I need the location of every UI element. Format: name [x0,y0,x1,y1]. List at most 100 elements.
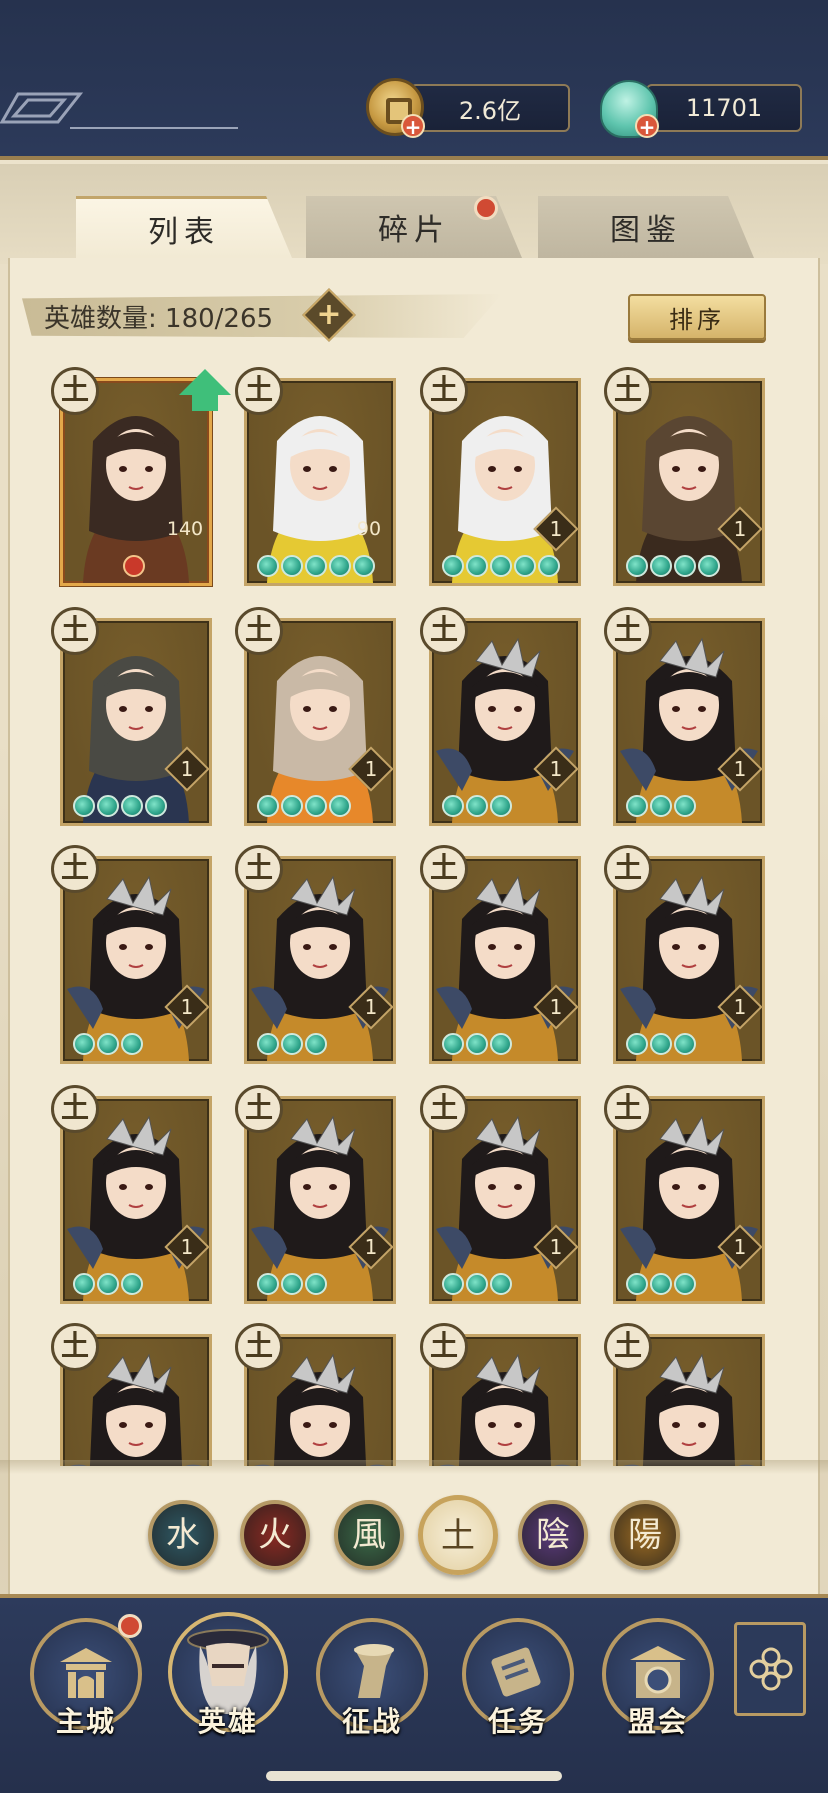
hero-card[interactable]: 土1 [420,607,581,826]
hero-card[interactable]: 土1 [235,1085,396,1304]
shell-counter[interactable]: 11701 [646,84,802,132]
jade-star-icon [490,1273,512,1295]
hero-level: 1 [549,517,563,541]
jade-star-icon [257,795,279,817]
coin-counter[interactable]: 2.6亿 [410,84,570,132]
earth-element-icon: 土 [51,1085,99,1133]
star-rating [442,555,560,577]
earth-element-icon: 土 [420,1323,468,1371]
jade-star-icon [305,1273,327,1295]
notification-dot [474,196,498,220]
filter-wind-element-button[interactable]: 風 [334,1500,404,1570]
earth-element-icon: 土 [604,367,652,415]
more-menu-button[interactable] [734,1622,806,1716]
jade-star-icon [121,1273,143,1295]
tab-codex[interactable]: 图鉴 [538,196,754,258]
star-rating [257,795,351,817]
tab-label: 列表 [148,214,220,250]
jade-star-icon [121,1033,143,1055]
earth-element-icon: 土 [420,845,468,893]
jade-star-icon [466,1033,488,1055]
jade-star-icon [466,555,488,577]
hero-card[interactable]: 土1 [604,1085,765,1304]
jade-star-icon [73,1273,95,1295]
hero-card[interactable]: 土1 [420,1085,581,1304]
jade-star-icon [650,795,672,817]
hero-card[interactable]: 土 [420,1323,581,1466]
home-indicator[interactable] [266,1771,562,1781]
shell-amount: 11701 [685,94,763,122]
earth-element-icon: 土 [420,1085,468,1133]
filter-earth-element-button[interactable]: 土 [418,1495,498,1575]
flower-menu-icon [749,1647,793,1691]
hero-card[interactable]: 土1 [604,367,765,586]
hero-level: 1 [180,757,194,781]
sort-button[interactable]: 排序 [628,294,766,340]
jade-star-icon [145,795,167,817]
hero-card[interactable]: 土 90 [235,367,396,586]
jade-star-icon [281,555,303,577]
hero-card[interactable]: 土1 [604,607,765,826]
jade-star-icon [281,795,303,817]
nav-label: 任务 [487,1705,548,1738]
earth-element-icon: 土 [420,607,468,655]
jade-star-icon [329,795,351,817]
jade-star-icon [97,795,119,817]
jade-star-icon [626,1033,648,1055]
hero-card[interactable]: 土1 [420,367,581,586]
jade-star-icon [674,795,696,817]
jade-star-icon [490,1033,512,1055]
jade-star-icon [305,555,327,577]
hero-card[interactable]: 土1 [51,607,212,826]
palace-gate-icon [60,1648,112,1698]
hero-level: 1 [180,1235,194,1259]
tab-list[interactable]: 列表 [76,196,292,258]
hero-card[interactable]: 土 [604,1323,765,1466]
hero-card[interactable]: 土 [235,1323,396,1466]
earth-element-icon: 土 [51,1323,99,1371]
earth-element-icon: 土 [604,845,652,893]
jade-star-icon [257,1273,279,1295]
filter-yin-element-button[interactable]: 陰 [518,1500,588,1570]
hero-grid: 土 140 土 90 土 1 土 1 土 1 土 1 土 1 土 1 土 1 土 1 土 1 土 1 土 1 土 1 土 1 土 1 土土土土 [40,362,800,1466]
star-rating [442,1033,512,1055]
hero-card[interactable]: 土1 [51,1085,212,1304]
hero-card[interactable]: 土1 [235,845,396,1064]
jade-star-icon [305,1033,327,1055]
hero-card[interactable]: 土 140 [51,367,231,586]
add-shell-button[interactable]: + [635,114,659,138]
earth-element-icon: 土 [235,367,283,415]
hero-level: 1 [733,757,747,781]
add-coin-button[interactable]: + [401,114,425,138]
hero-card[interactable]: 土 [51,1323,212,1466]
jade-star-icon [73,795,95,817]
jade-star-icon [281,1033,303,1055]
jade-star-icon [353,555,375,577]
scroll-quest-icon [491,1647,541,1697]
earth-element-icon: 土 [235,1323,283,1371]
hero-card[interactable]: 土1 [604,845,765,1064]
nav-label: 英雄 [197,1705,258,1738]
filter-fire-element-button[interactable]: 火 [240,1500,310,1570]
star-rating [73,1033,143,1055]
star-rating [442,795,512,817]
nav-label: 征战 [341,1705,402,1738]
star-rating [257,555,375,577]
hero-level: 140 [166,518,204,540]
jade-star-icon [442,1273,464,1295]
hero-level: 1 [549,995,563,1019]
hero-level: 1 [180,995,194,1019]
star-rating [73,795,167,817]
cloud-pattern-icon [0,92,238,129]
earth-element-icon: 土 [604,1085,652,1133]
jade-star-icon [514,555,536,577]
hero-card[interactable]: 土1 [51,845,212,1064]
hero-card[interactable]: 土1 [235,607,396,826]
filter-water-element-button[interactable]: 水 [148,1500,218,1570]
filter-yang-element-button[interactable]: 陽 [610,1500,680,1570]
jade-star-icon [73,1033,95,1055]
tab-label: 图鉴 [610,213,682,248]
hero-level: 1 [733,1235,747,1259]
hero-card[interactable]: 土1 [420,845,581,1064]
earth-element-icon: 土 [235,607,283,655]
